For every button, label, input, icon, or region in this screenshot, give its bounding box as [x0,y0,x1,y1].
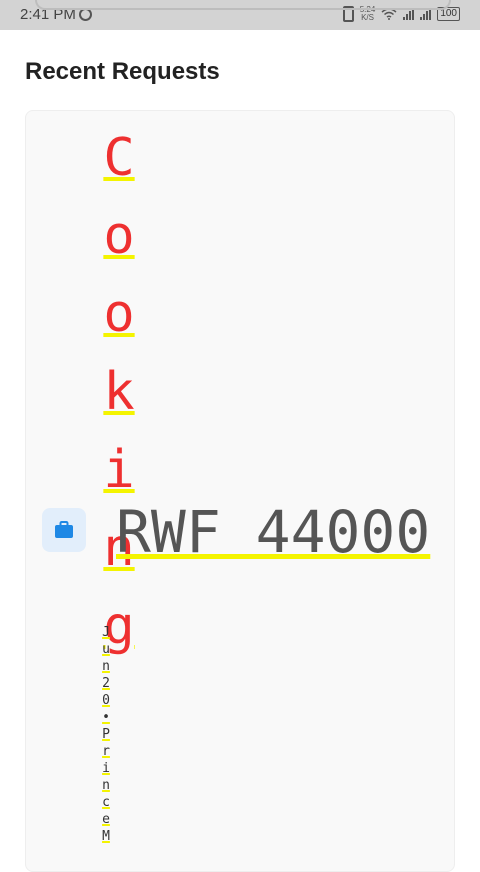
meta-char: P [102,727,110,742]
meta-char: c [102,795,110,810]
meta-char: M [102,829,110,844]
category-char: C [103,128,135,188]
meta-char: n [102,778,110,793]
category-icon-box [42,508,86,552]
request-card[interactable] [25,110,455,872]
network-speed-unit: K/S [361,13,374,22]
meta-char: i [102,761,110,776]
request-category: Cooking [101,132,137,678]
meta-char: u [102,642,110,657]
meta-char: n [102,659,110,674]
page-title: Recent Requests [25,58,220,85]
meta-char: J [102,625,110,640]
meta-char: • [102,710,110,725]
category-char: k [103,362,135,422]
meta-char: 2 [102,676,110,691]
briefcase-icon [55,521,73,538]
meta-char: 0 [102,693,110,708]
request-amount: RWF 44000 [116,498,431,566]
category-char: o [103,284,135,344]
window-outline [35,0,451,10]
meta-char: e [102,812,110,827]
meta-char: r [102,744,110,759]
category-char: o [103,206,135,266]
request-meta: Ju n 2 0 • Pr i n c e M [100,626,112,847]
